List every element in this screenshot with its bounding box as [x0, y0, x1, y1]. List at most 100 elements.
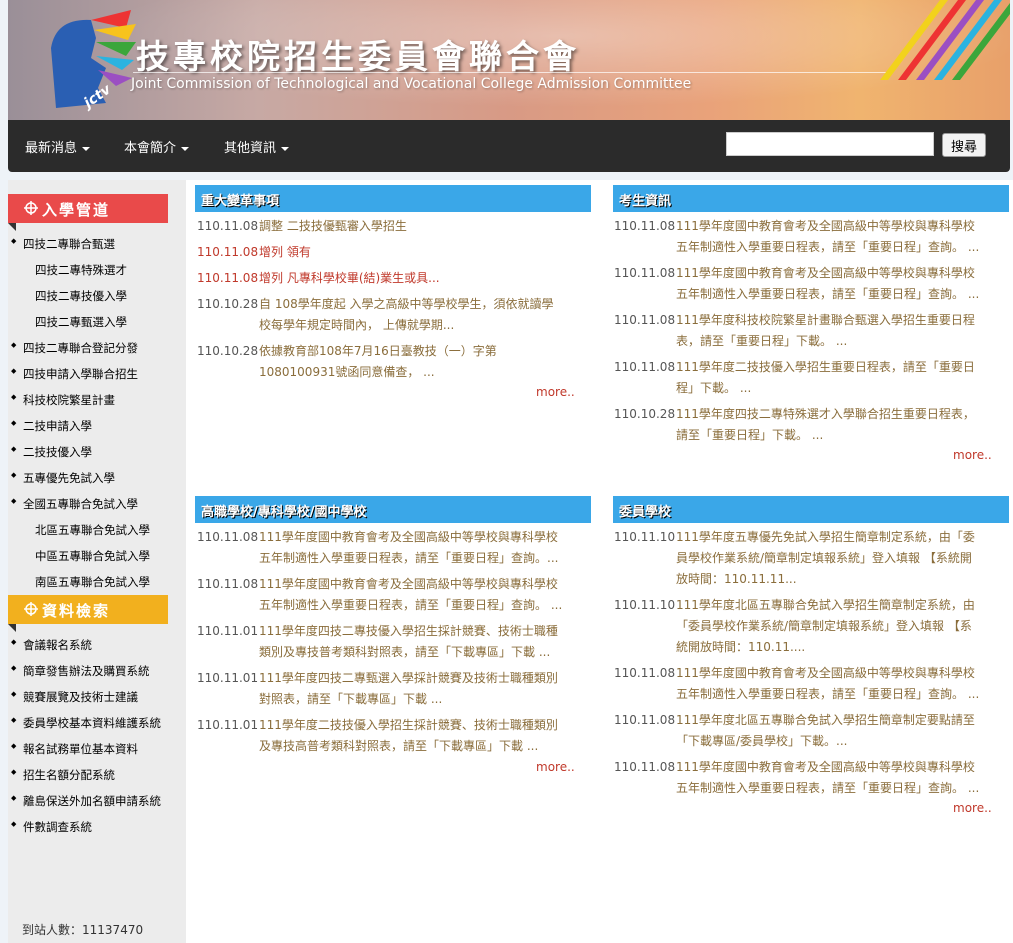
visitor-count: 11137470	[82, 923, 144, 937]
nav-latest-news[interactable]: 最新消息	[25, 137, 91, 156]
sidebar-item-admission[interactable]: 北區五專聯合免試入學	[35, 522, 150, 538]
news-item[interactable]: 110.11.08 111學年度國中教育會考及全國高級中等學校與專科學校 五年制適性…	[197, 527, 593, 569]
news-item[interactable]: 110.11.08 111學年度國中教育會考及全國高級中等學校與專科學校 五年制適性…	[614, 757, 1010, 799]
news-item[interactable]: 110.11.08 調整 二技技優甄審入學招生	[197, 216, 593, 237]
news-link[interactable]: 表，請至「重要日程」下載。 ...	[676, 331, 847, 352]
news-link[interactable]: 111學年度二技技優入學招生重要日程表，請至「重要日	[676, 357, 975, 378]
sidebar-item-data-search[interactable]: 委員學校基本資料維護系統	[11, 715, 161, 731]
news-link[interactable]: 及專技高普考類科對照表，請至「下載專區」下載 ...	[259, 736, 538, 757]
news-link[interactable]: 111學年度四技二專甄選入學採計競賽及技術士職種類別	[259, 668, 558, 689]
sidebar-item-data-search[interactable]: 報名試務單位基本資料	[11, 741, 138, 757]
news-link[interactable]: 111學年度五專優先免試入學招生簡章制定系統，由「委	[676, 527, 975, 548]
news-item[interactable]: 110.11.10 111學年度五專優先免試入學招生簡章制定系統，由「委 員學校作業…	[614, 527, 1010, 590]
sidebar-item-data-search[interactable]: 招生名額分配系統	[11, 767, 115, 783]
sidebar-item-admission[interactable]: 四技二專技優入學	[35, 288, 127, 304]
news-link[interactable]: 五年制適性入學重要日程表，請至「重要日程」查詢。 ...	[676, 778, 979, 799]
sidebar-item-admission[interactable]: 全國五專聯合免試入學	[11, 496, 138, 512]
panel-title: 高職學校/專科學校/國中學校	[201, 505, 367, 520]
sidebar-header-data-search: 資料檢索	[8, 595, 168, 632]
more-link[interactable]: more..	[953, 801, 992, 815]
news-item[interactable]: 110.11.08 111學年度北區五專聯合免試入學招生簡章制定要點請至 「下載專區…	[614, 710, 1010, 752]
news-link[interactable]: 五年制適性入學重要日程表，請至「重要日程」查詢。 ...	[676, 237, 979, 258]
sidebar-item-admission[interactable]: 四技申請入學聯合招生	[11, 366, 138, 382]
news-link[interactable]: 111學年度國中教育會考及全國高級中等學校與專科學校	[676, 263, 975, 284]
news-link[interactable]: 1080100931號函同意備查， ...	[259, 362, 435, 383]
news-date: 110.11.08	[614, 313, 676, 327]
news-item[interactable]: 110.10.28 111學年度四技二專特殊選才入學聯合招生重要日程表， 請至「重要…	[614, 404, 1010, 446]
news-link[interactable]: 員學校作業系統/簡章制定填報系統」登入填報 【系統開	[676, 548, 972, 569]
sidebar-item-admission[interactable]: 南區五專聯合免試入學	[35, 574, 150, 590]
sidebar-item-data-search[interactable]: 離島保送外加名額申請系統	[11, 793, 161, 809]
news-link[interactable]: 對照表，請至「下載專區」下載 ...	[259, 689, 442, 710]
news-link[interactable]: 五年制適性入學重要日程表，請至「重要日程」查詢。...	[259, 548, 558, 569]
sidebar-item-data-search[interactable]: 件數調查系統	[11, 819, 92, 835]
sidebar-item-admission[interactable]: 四技二專特殊選才	[35, 262, 127, 278]
news-link[interactable]: 111學年度北區五專聯合免試入學招生簡章制定要點請至	[676, 710, 975, 731]
more-link[interactable]: more..	[953, 448, 992, 462]
sidebar-item-admission[interactable]: 四技二專甄選入學	[35, 314, 127, 330]
news-link[interactable]: 請至「重要日程」下載。 ...	[676, 425, 823, 446]
news-link[interactable]: 111學年度國中教育會考及全國高級中等學校與專科學校	[259, 527, 558, 548]
news-link[interactable]: 依據教育部108年7月16日臺教技（一）字第	[259, 341, 497, 362]
news-item[interactable]: 110.11.01 111學年度二技技優入學招生採計競賽、技術士職種類別 及專技高普…	[197, 715, 593, 757]
news-link[interactable]: 「委員學校作業系統/簡章制定填報系統」登入填報 【系	[676, 616, 972, 637]
news-item[interactable]: 110.11.08 111學年度科技校院繁星計畫聯合甄選入學招生重要日程 表，請至「…	[614, 310, 1010, 352]
sidebar-item-admission[interactable]: 二技申請入學	[11, 418, 92, 434]
news-link[interactable]: 統開放時間：110.11....	[676, 637, 805, 658]
news-link[interactable]: 111學年度四技二專特殊選才入學聯合招生重要日程表，	[676, 404, 975, 425]
main-content: 重大變革事項 110.11.08 調整 二技技優甄審入學招生 110.11.08 增列…	[186, 180, 1013, 943]
news-link[interactable]: 111學年度國中教育會考及全國高級中等學校與專科學校	[676, 216, 975, 237]
site-title-en: Joint Commission of Technological and Vo…	[131, 76, 692, 92]
sidebar-item-admission[interactable]: 中區五專聯合免試入學	[35, 548, 150, 564]
news-link[interactable]: 111學年度科技校院繁星計畫聯合甄選入學招生重要日程	[676, 310, 975, 331]
search-button[interactable]: 搜尋	[942, 133, 986, 157]
news-link[interactable]: 「下載專區/委員學校」下載。...	[676, 731, 848, 752]
visitor-counter: 到站人數：11137470	[22, 921, 143, 938]
sidebar-item-data-search[interactable]: 簡章發售辦法及購買系統	[11, 663, 149, 679]
nav-other-info[interactable]: 其他資訊	[224, 137, 290, 156]
news-item[interactable]: 110.10.28 自 108學年度起 入學之高級中等學校學生，須依就讀學 校每學年…	[197, 294, 593, 336]
news-link[interactable]: 增列 領有	[259, 242, 311, 263]
news-link[interactable]: 放時間：110.11.11...	[676, 569, 797, 590]
jctv-logo-icon[interactable]: jctv	[36, 8, 136, 114]
news-item[interactable]: 110.11.01 111學年度四技二專技優入學招生採計競賽、技術士職種 類別及專技…	[197, 621, 593, 663]
news-item[interactable]: 110.11.08 增列 凡專科學校畢(結)業生或具...	[197, 268, 593, 289]
news-link[interactable]: 程」下載。 ...	[676, 378, 751, 399]
news-link[interactable]: 五年制適性入學重要日程表，請至「重要日程」查詢。 ...	[676, 684, 979, 705]
news-link[interactable]: 111學年度北區五專聯合免試入學招生簡章制定系統，由	[676, 595, 975, 616]
search-input[interactable]	[726, 132, 934, 156]
news-link[interactable]: 增列 凡專科學校畢(結)業生或具...	[259, 268, 440, 289]
news-link[interactable]: 自 108學年度起 入學之高級中等學校學生，須依就讀學	[259, 294, 554, 315]
news-item[interactable]: 110.10.28 依據教育部108年7月16日臺教技（一）字第 108010093…	[197, 341, 593, 383]
news-link[interactable]: 111學年度四技二專技優入學招生採計競賽、技術士職種	[259, 621, 558, 642]
news-link[interactable]: 五年制適性入學重要日程表，請至「重要日程」查詢。 ...	[259, 595, 562, 616]
news-item[interactable]: 110.11.01 111學年度四技二專甄選入學採計競賽及技術士職種類別 對照表，請…	[197, 668, 593, 710]
more-link[interactable]: more..	[536, 760, 575, 774]
news-item[interactable]: 110.11.08 111學年度國中教育會考及全國高級中等學校與專科學校 五年制適性…	[197, 574, 593, 616]
news-date: 110.11.10	[614, 598, 676, 612]
sidebar-item-admission[interactable]: 二技技優入學	[11, 444, 92, 460]
news-link[interactable]: 調整 二技技優甄審入學招生	[259, 216, 407, 237]
more-link[interactable]: more..	[536, 385, 575, 399]
sidebar-item-data-search[interactable]: 會議報名系統	[11, 637, 92, 653]
news-item[interactable]: 110.11.08 111學年度二技技優入學招生重要日程表，請至「重要日 程」下載。…	[614, 357, 1010, 399]
sidebar-item-admission[interactable]: 五專優先免試入學	[11, 470, 115, 486]
news-date: 110.11.08	[614, 219, 676, 233]
news-item[interactable]: 110.11.10 111學年度北區五專聯合免試入學招生簡章制定系統，由 「委員學校…	[614, 595, 1010, 658]
news-link[interactable]: 校每學年規定時間內， 上傳就學期...	[259, 315, 454, 336]
nav-about[interactable]: 本會簡介	[124, 137, 190, 156]
news-link[interactable]: 111學年度國中教育會考及全國高級中等學校與專科學校	[676, 663, 975, 684]
news-item[interactable]: 110.11.08 111學年度國中教育會考及全國高級中等學校與專科學校 五年制適性…	[614, 263, 1010, 305]
news-link[interactable]: 五年制適性入學重要日程表，請至「重要日程」查詢。 ...	[676, 284, 979, 305]
news-link[interactable]: 111學年度國中教育會考及全國高級中等學校與專科學校	[259, 574, 558, 595]
news-item[interactable]: 110.11.08 111學年度國中教育會考及全國高級中等學校與專科學校 五年制適性…	[614, 216, 1010, 258]
sidebar-item-admission[interactable]: 科技校院繁星計畫	[11, 392, 115, 408]
sidebar-item-admission[interactable]: 四技二專聯合登記分發	[11, 340, 138, 356]
sidebar-item-data-search[interactable]: 競賽展覽及技術士建議	[11, 689, 138, 705]
news-item[interactable]: 110.11.08 111學年度國中教育會考及全國高級中等學校與專科學校 五年制適性…	[614, 663, 1010, 705]
news-link[interactable]: 111學年度國中教育會考及全國高級中等學校與專科學校	[676, 757, 975, 778]
news-link[interactable]: 111學年度二技技優入學招生採計競賽、技術士職種類別	[259, 715, 558, 736]
news-link[interactable]: 類別及專技普考類科對照表，請至「下載專區」下載 ...	[259, 642, 550, 663]
news-item[interactable]: 110.11.08 增列 領有	[197, 242, 593, 263]
sidebar-item-admission[interactable]: 四技二專聯合甄選	[11, 236, 115, 252]
